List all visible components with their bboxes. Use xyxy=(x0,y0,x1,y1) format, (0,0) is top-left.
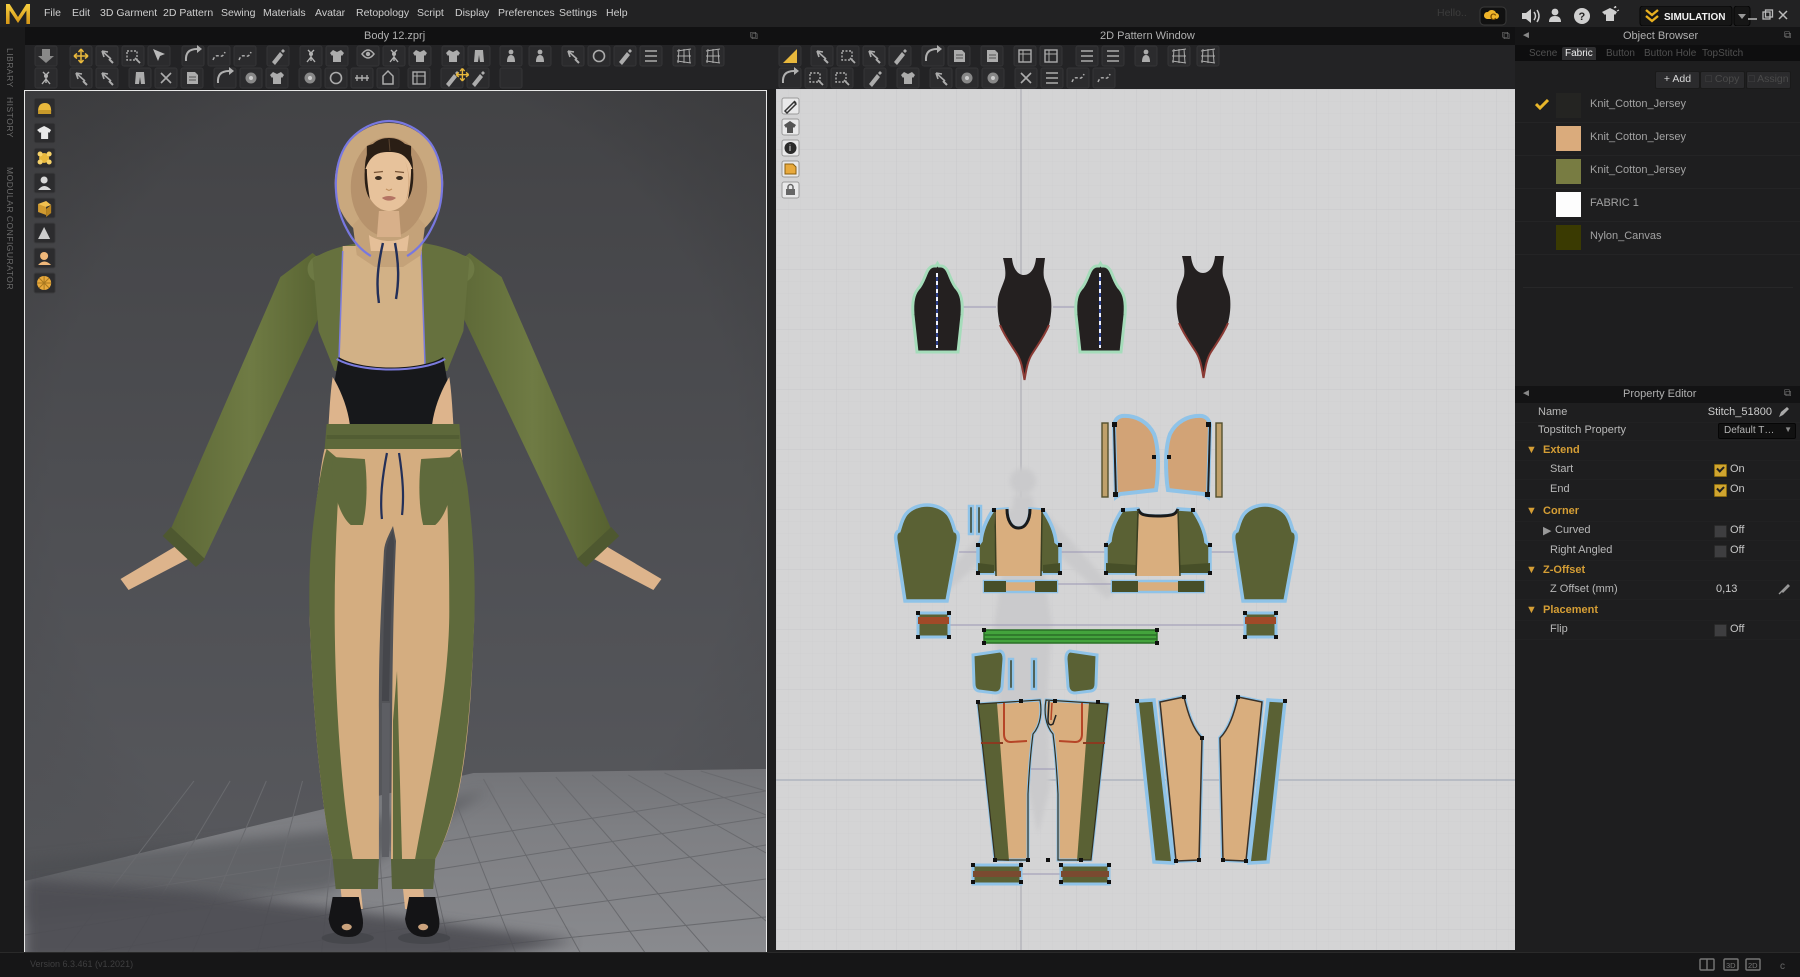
svg-text:c: c xyxy=(1780,961,1785,972)
svg-text:i: i xyxy=(789,143,791,153)
svg-text:C: C xyxy=(1490,12,1497,22)
svg-text:2D: 2D xyxy=(1748,961,1758,970)
svg-text:3D: 3D xyxy=(1726,961,1736,970)
svg-text:?: ? xyxy=(1579,11,1586,23)
svg-text:SIMULATION: SIMULATION xyxy=(1664,12,1725,23)
